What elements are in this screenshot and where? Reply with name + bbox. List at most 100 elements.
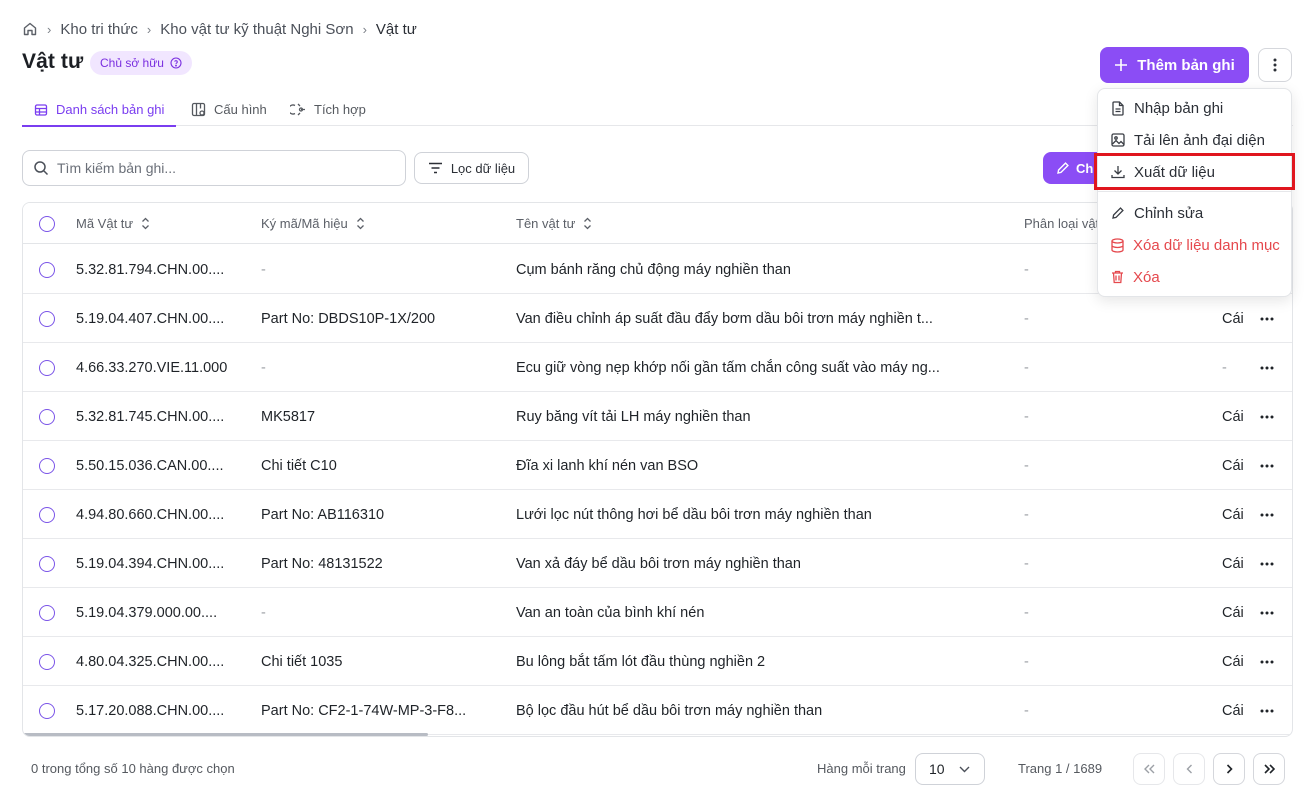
chevron-right-icon: › — [47, 21, 52, 37]
breadcrumb-current: Vật tư — [375, 20, 417, 38]
table-row[interactable]: 5.17.20.088.CHN.00.... Part No: CF2-1-74W… — [23, 686, 1292, 735]
rows-per-page-label: Hàng mỗi trang — [817, 761, 906, 776]
page-title: Vật tư — [22, 50, 84, 73]
export-highlight-box — [1094, 153, 1295, 190]
cell-category: - — [1024, 702, 1029, 719]
column-header-name-label: Tên vật tư — [516, 216, 576, 231]
menu-item-delete[interactable]: Xóa — [1098, 262, 1291, 292]
row-actions-icon[interactable] — [1260, 686, 1274, 735]
tab-config[interactable]: Cấu hình — [191, 93, 267, 126]
more-options-button[interactable] — [1258, 48, 1292, 82]
table-row[interactable]: 4.66.33.270.VIE.11.000 - Ecu giữ vòng nẹp … — [23, 343, 1292, 392]
row-select-radio[interactable] — [39, 637, 55, 686]
rows-per-page-select[interactable]: 10 — [915, 753, 985, 785]
row-select-radio[interactable] — [39, 441, 55, 490]
menu-item-import[interactable]: Nhập bản ghi — [1098, 93, 1291, 123]
cell-code: 4.94.80.660.CHN.00.... — [76, 506, 225, 523]
chevron-right-icon: › — [362, 21, 367, 37]
column-header-name[interactable]: Tên vật tư — [516, 203, 592, 244]
search-icon — [33, 160, 49, 176]
sort-icon[interactable] — [141, 217, 150, 230]
menu-item-delete-label: Xóa — [1133, 268, 1160, 286]
row-select-radio[interactable] — [39, 539, 55, 588]
cell-category: - — [1024, 457, 1029, 474]
column-header-model-label: Ký mã/Mã hiệu — [261, 216, 348, 231]
cell-model: Chi tiết C10 — [261, 457, 337, 474]
cell-unit: Cái — [1222, 653, 1244, 670]
row-actions-icon[interactable] — [1260, 392, 1274, 441]
add-record-button[interactable]: Thêm bản ghi — [1100, 47, 1249, 83]
breadcrumb-item-knowledge[interactable]: Kho tri thức — [60, 21, 138, 38]
breadcrumb-item-warehouse[interactable]: Kho vật tư kỹ thuật Nghi Sơn — [160, 21, 353, 38]
cell-model: Chi tiết 1035 — [261, 653, 343, 670]
cell-model: Part No: CF2-1-74W-MP-3-F8... — [261, 702, 467, 719]
sort-icon[interactable] — [583, 217, 592, 230]
row-select-radio[interactable] — [39, 588, 55, 637]
row-select-radio[interactable] — [39, 392, 55, 441]
cell-code: 5.32.81.745.CHN.00.... — [76, 408, 225, 425]
cell-code: 4.80.04.325.CHN.00.... — [76, 653, 225, 670]
menu-item-delete-catalog[interactable]: Xóa dữ liệu danh mục — [1098, 230, 1291, 260]
home-icon[interactable] — [22, 21, 38, 37]
cell-model: - — [261, 261, 266, 278]
cell-category: - — [1024, 506, 1029, 523]
table-row[interactable]: 5.19.04.379.000.00.... - Van an toàn của b… — [23, 588, 1292, 637]
filter-icon — [428, 162, 443, 174]
row-actions-icon[interactable] — [1260, 539, 1274, 588]
select-all-radio[interactable] — [39, 203, 55, 244]
menu-item-upload-avatar-label: Tải lên ảnh đại diện — [1134, 131, 1265, 149]
column-header-category[interactable]: Phân loại vật — [1024, 203, 1099, 244]
chevron-left-icon — [1186, 764, 1193, 774]
search-input[interactable] — [57, 160, 387, 176]
row-actions-icon[interactable] — [1260, 490, 1274, 539]
filter-button[interactable]: Lọc dữ liệu — [414, 152, 529, 184]
tab-record-list-label: Danh sách bản ghi — [56, 102, 165, 117]
table-row[interactable]: 5.32.81.745.CHN.00.... MK5817 Ruy băng vít… — [23, 392, 1292, 441]
table-row[interactable]: 5.19.04.407.CHN.00.... Part No: DBDS10P-1… — [23, 294, 1292, 343]
row-actions-icon[interactable] — [1260, 588, 1274, 637]
row-select-radio[interactable] — [39, 686, 55, 735]
trash-icon — [1111, 270, 1124, 284]
cell-name: Đĩa xi lanh khí nén van BSO — [516, 457, 699, 474]
row-select-radio[interactable] — [39, 294, 55, 343]
table-row[interactable]: 4.80.04.325.CHN.00.... Chi tiết 1035 Bu lô… — [23, 637, 1292, 686]
menu-item-edit-label: Chỉnh sửa — [1134, 204, 1204, 222]
next-page-button[interactable] — [1213, 753, 1245, 785]
table-row[interactable]: 5.19.04.394.CHN.00.... Part No: 48131522 V… — [23, 539, 1292, 588]
menu-item-upload-avatar[interactable]: Tải lên ảnh đại diện — [1098, 125, 1291, 155]
tab-record-list[interactable]: Danh sách bản ghi — [22, 93, 177, 127]
tab-integration[interactable]: Tích hợp — [290, 93, 366, 126]
first-page-button[interactable] — [1133, 753, 1165, 785]
prev-page-button[interactable] — [1173, 753, 1205, 785]
row-select-radio[interactable] — [39, 245, 55, 294]
row-select-radio[interactable] — [39, 490, 55, 539]
cell-code: 5.19.04.407.CHN.00.... — [76, 310, 225, 327]
column-header-code-label: Mã Vật tư — [76, 216, 134, 231]
integration-icon — [290, 102, 306, 117]
row-actions-icon[interactable] — [1260, 441, 1274, 490]
column-header-code[interactable]: Mã Vật tư — [76, 203, 150, 244]
cell-category: - — [1024, 653, 1029, 670]
tab-config-label: Cấu hình — [214, 102, 267, 117]
cell-name: Bộ lọc đầu hút bể dầu bôi trơn máy nghiề… — [516, 702, 823, 719]
cell-model: Part No: 48131522 — [261, 555, 383, 572]
row-actions-icon[interactable] — [1260, 343, 1274, 392]
table-row[interactable]: 5.50.15.036.CAN.00.... Chi tiết C10 Đĩa xi… — [23, 441, 1292, 490]
cell-name: Bu lông bắt tấm lót đầu thùng nghiền 2 — [516, 653, 766, 670]
sort-icon[interactable] — [356, 217, 365, 230]
edit-label: Ch — [1076, 160, 1094, 176]
help-circle-icon[interactable] — [170, 57, 182, 69]
last-page-button[interactable] — [1253, 753, 1285, 785]
row-select-radio[interactable] — [39, 343, 55, 392]
chevron-down-icon — [959, 766, 970, 773]
menu-item-edit[interactable]: Chỉnh sửa — [1098, 198, 1291, 228]
row-actions-icon[interactable] — [1260, 294, 1274, 343]
column-header-model[interactable]: Ký mã/Mã hiệu — [261, 203, 365, 244]
row-actions-icon[interactable] — [1260, 637, 1274, 686]
cell-name: Lưới lọc nút thông hơi bể dầu bôi trơn m… — [516, 506, 872, 523]
columns-config-icon — [191, 102, 206, 117]
horizontal-scrollbar[interactable] — [23, 733, 428, 736]
page-info: Trang 1 / 1689 — [1018, 761, 1103, 776]
cell-category: - — [1024, 604, 1029, 621]
table-row[interactable]: 4.94.80.660.CHN.00.... Part No: AB116310 L… — [23, 490, 1292, 539]
